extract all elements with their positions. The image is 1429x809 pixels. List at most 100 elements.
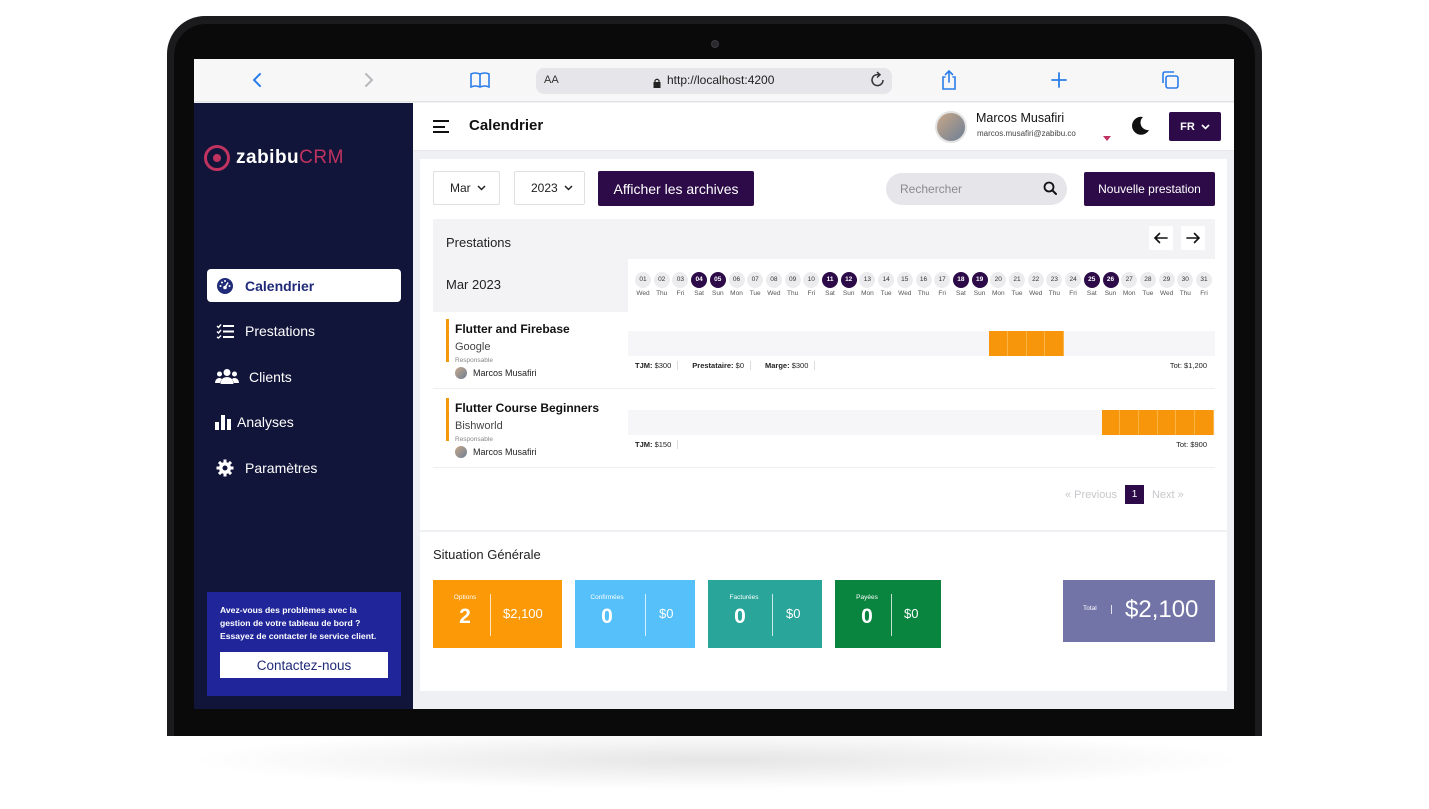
year-select[interactable]: 2023 <box>514 171 585 205</box>
calendar-day[interactable]: 10 Fri <box>802 272 820 297</box>
sidebar-item-prestations[interactable]: Prestations <box>207 315 401 348</box>
back-icon[interactable] <box>247 69 269 91</box>
prev-arrow-icon[interactable] <box>1149 226 1173 250</box>
calendar-day[interactable]: 06 Mon <box>728 272 746 297</box>
calendar-day[interactable]: 20 Mon <box>989 272 1007 297</box>
calendar-day[interactable]: 05 Sun <box>709 272 727 297</box>
language-select[interactable]: FR <box>1169 112 1221 141</box>
pagination-page-current[interactable]: 1 <box>1124 485 1144 504</box>
dark-mode-moon-icon[interactable] <box>1129 115 1151 137</box>
address-bar[interactable]: AA http://localhost:4200 <box>536 68 892 94</box>
calendar-day[interactable]: 07 Tue <box>746 272 764 297</box>
new-prestation-button[interactable]: Nouvelle prestation <box>1084 172 1215 206</box>
calendar-day[interactable]: 16 Thu <box>915 272 933 297</box>
avatar[interactable] <box>935 111 967 143</box>
day-name: Sun <box>712 290 724 297</box>
booking-bar-segment[interactable] <box>1045 331 1065 356</box>
calendar-day[interactable]: 17 Fri <box>933 272 951 297</box>
day-name: Fri <box>938 290 946 297</box>
stat-card-facturees: Facturées 0 $0 <box>708 580 822 648</box>
calendar-day[interactable]: 14 Tue <box>877 272 895 297</box>
booking-bar-segment[interactable] <box>1026 331 1046 356</box>
day-number: 26 <box>1102 272 1119 288</box>
calendar-day[interactable]: 11 Sat <box>821 272 839 297</box>
calendar-day[interactable]: 08 Wed <box>765 272 783 297</box>
calendar-day[interactable]: 12 Sun <box>840 272 858 297</box>
logo-icon <box>204 145 230 171</box>
chevron-down-icon <box>477 185 486 191</box>
brand-logo[interactable]: zabibuCRM <box>204 145 344 171</box>
reload-icon[interactable] <box>870 71 886 94</box>
stat-label: Options <box>453 594 477 601</box>
bookmarks-icon[interactable] <box>469 69 491 91</box>
calendar-day[interactable]: 30 Thu <box>1176 272 1194 297</box>
sidebar-item-calendrier[interactable]: Calendrier <box>207 269 401 302</box>
month-select[interactable]: Mar <box>433 171 500 205</box>
booking-bar-segment[interactable] <box>1101 410 1121 435</box>
calendar-day[interactable]: 09 Thu <box>784 272 802 297</box>
booking-bar-segment[interactable] <box>1157 410 1177 435</box>
next-arrow-icon[interactable] <box>1181 226 1205 250</box>
pagination-previous[interactable]: « Previous <box>1065 489 1117 501</box>
booking-bar-segment[interactable] <box>1120 410 1139 435</box>
reader-text-size-button[interactable]: AA <box>544 74 559 86</box>
calendar-day[interactable]: 24 Fri <box>1064 272 1082 297</box>
calendar-day[interactable]: 13 Mon <box>858 272 876 297</box>
url-text[interactable]: http://localhost:4200 <box>667 73 774 87</box>
sidebar-item-label: Paramètres <box>245 459 318 476</box>
day-number: 14 <box>878 272 895 288</box>
responsable-user: Marcos Musafiri <box>455 367 537 379</box>
day-number: 12 <box>840 272 857 288</box>
booking-bar-segment[interactable] <box>1176 410 1195 435</box>
pagination-next[interactable]: Next » <box>1152 489 1184 501</box>
calendar-day[interactable]: 27 Mon <box>1120 272 1138 297</box>
timeline-track <box>628 331 1215 356</box>
sidebar-item-clients[interactable]: Clients <box>207 360 401 393</box>
calendar-day[interactable]: 03 Fri <box>671 272 689 297</box>
day-number: 01 <box>635 272 651 288</box>
calendar-day[interactable]: 25 Sat <box>1083 272 1101 297</box>
support-text: Avez-vous des problèmes avec la gestion … <box>220 605 377 641</box>
user-menu-caret-icon[interactable] <box>1103 136 1111 141</box>
contact-button[interactable]: Contactez-nous <box>220 652 388 678</box>
section-divider <box>420 530 1227 532</box>
calendar-day[interactable]: 02 Thu <box>653 272 671 297</box>
prestation-title[interactable]: Flutter Course Beginners <box>455 401 599 415</box>
calendar-day[interactable]: 22 Wed <box>1027 272 1045 297</box>
calendar-day[interactable]: 28 Tue <box>1139 272 1157 297</box>
day-number: 16 <box>915 272 932 288</box>
prestation-row[interactable]: Flutter Course Beginners Bishworld Respo… <box>433 394 1215 468</box>
calendar-day[interactable]: 18 Sat <box>952 272 970 297</box>
search-placeholder: Rechercher <box>900 182 963 196</box>
booking-bar-segment[interactable] <box>1195 410 1214 435</box>
prestation-title[interactable]: Flutter and Firebase <box>455 322 570 336</box>
calendar-day[interactable]: 29 Wed <box>1158 272 1176 297</box>
calendar-day[interactable]: 04 Sat <box>690 272 708 297</box>
forward-icon[interactable] <box>357 69 379 91</box>
booking-bar-segment[interactable] <box>1138 410 1158 435</box>
calendar-day[interactable]: 26 Sun <box>1102 272 1120 297</box>
booking-bar-segment[interactable] <box>989 331 1008 356</box>
day-number: 18 <box>952 272 969 288</box>
calendar-day[interactable]: 19 Sun <box>971 272 989 297</box>
show-archives-button[interactable]: Afficher les archives <box>598 171 754 206</box>
menu-toggle-icon[interactable] <box>433 120 449 133</box>
search-input[interactable]: Rechercher <box>886 173 1067 205</box>
stat-label: Facturées <box>729 594 759 601</box>
search-icon[interactable] <box>1043 181 1057 195</box>
tabs-icon[interactable] <box>1159 69 1181 91</box>
share-icon[interactable] <box>938 69 960 91</box>
sidebar-item-analyses[interactable]: Analyses <box>207 406 401 439</box>
booking-bar-segment[interactable] <box>1008 331 1027 356</box>
plus-icon[interactable] <box>1048 69 1070 91</box>
calendar-day[interactable]: 01 Wed <box>634 272 652 297</box>
calendar-day[interactable]: 21 Tue <box>1008 272 1026 297</box>
calendar-day[interactable]: 15 Wed <box>896 272 914 297</box>
sidebar-item-parametres[interactable]: Paramètres <box>207 451 401 484</box>
prestation-row[interactable]: Flutter and Firebase Google Responsable … <box>433 315 1215 389</box>
avatar <box>455 446 467 458</box>
calendar-day[interactable]: 31 Fri <box>1195 272 1213 297</box>
day-number: 17 <box>934 272 951 288</box>
calendar-day[interactable]: 23 Thu <box>1045 272 1063 297</box>
user-name[interactable]: Marcos Musafiri <box>976 111 1064 125</box>
